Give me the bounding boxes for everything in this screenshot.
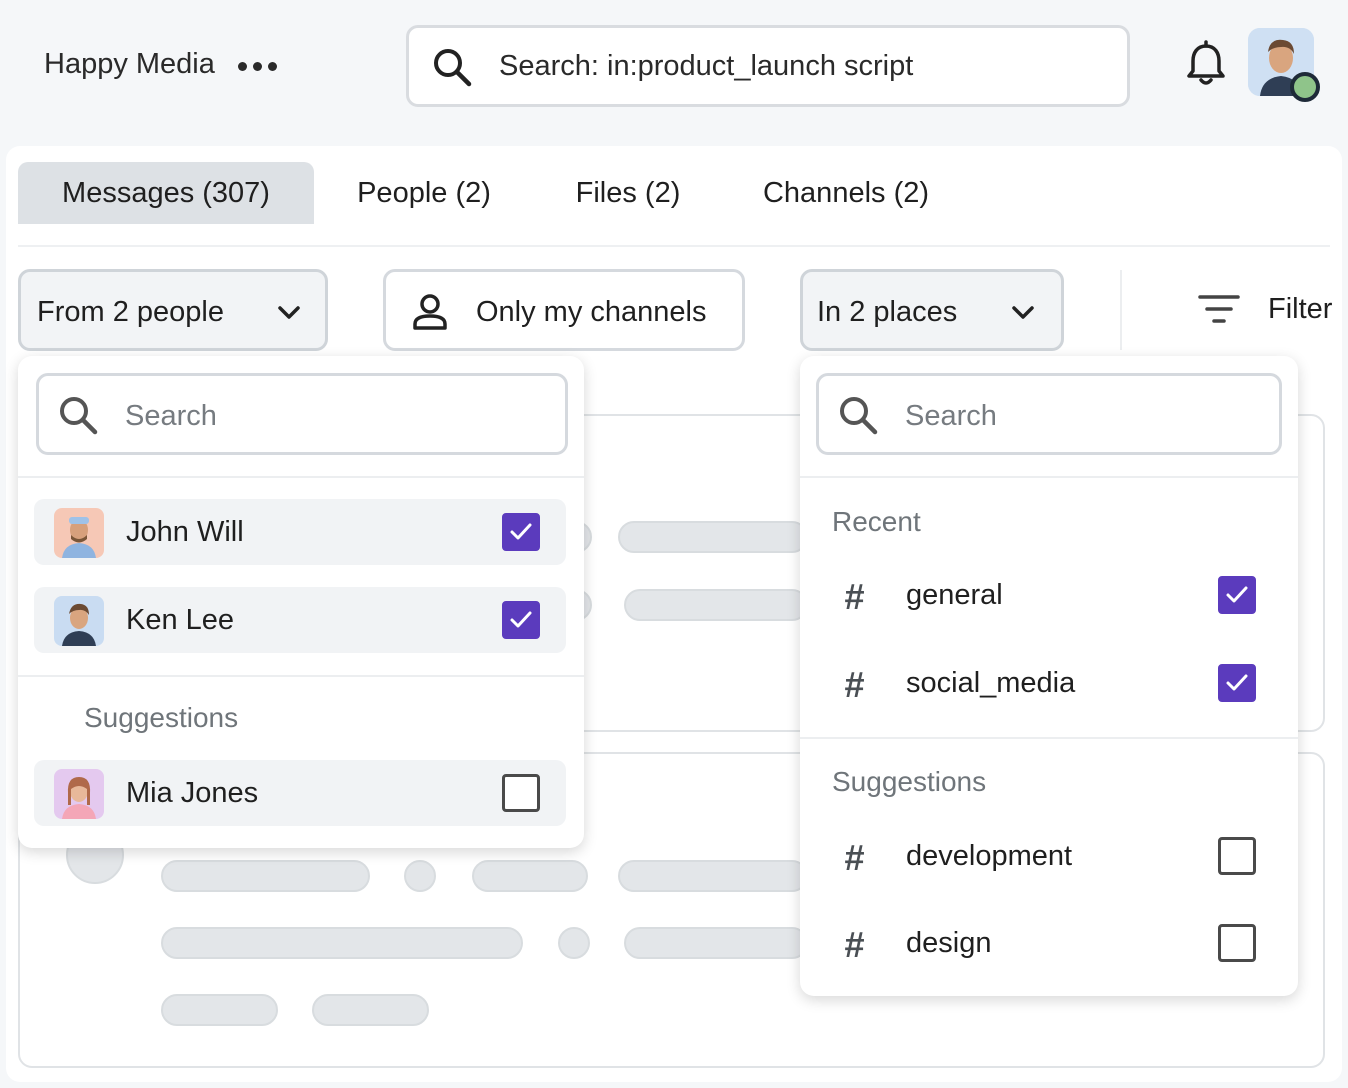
avatar [54, 596, 104, 646]
person-option-mia-jones[interactable]: Mia Jones [34, 760, 566, 826]
workspace-name[interactable]: Happy Media [44, 48, 215, 81]
search-placeholder: Search [905, 400, 997, 432]
avatar [54, 508, 104, 558]
chevron-down-icon [1012, 306, 1034, 319]
search-query-text: Search: in:product_launch script [499, 50, 914, 82]
checkbox-checked[interactable] [1218, 576, 1256, 614]
online-status-icon [1290, 72, 1320, 102]
person-icon [413, 294, 447, 330]
channel-name: design [906, 927, 992, 959]
skeleton-line [618, 521, 808, 553]
person-name: Ken Lee [126, 604, 235, 636]
skeleton-line [618, 860, 808, 892]
from-people-filter[interactable]: From 2 people [18, 269, 328, 351]
check-icon [1226, 586, 1248, 603]
hash-icon: # [844, 576, 865, 617]
in-places-filter[interactable]: In 2 places [800, 269, 1064, 351]
search-icon [840, 397, 878, 435]
hash-icon: # [844, 837, 865, 878]
channels-search-input[interactable]: Search [816, 373, 1282, 455]
checkbox-unchecked[interactable] [1218, 924, 1256, 962]
checkbox-checked[interactable] [1218, 664, 1256, 702]
hash-icon: # [844, 664, 865, 705]
person-name: Mia Jones [126, 777, 259, 809]
suggestions-label: Suggestions [832, 766, 987, 797]
people-search-input[interactable]: Search [36, 373, 568, 455]
tab-people[interactable]: People (2) [334, 162, 514, 224]
channels-dropdown: Search Recent # general # social_media S… [800, 356, 1298, 996]
skeleton-line [161, 860, 370, 892]
channel-option-design[interactable]: # design [800, 910, 1298, 976]
check-icon [1226, 674, 1248, 691]
skeleton-line [624, 589, 808, 621]
channel-name: development [906, 840, 1073, 872]
bell-icon[interactable] [1184, 40, 1228, 88]
from-people-label: From 2 people [37, 296, 224, 328]
filters-divider [1120, 270, 1122, 350]
person-option-john-will[interactable]: John Will [34, 499, 566, 565]
tabs-divider [18, 245, 1330, 247]
suggestions-label: Suggestions [84, 702, 239, 733]
skeleton-dot [404, 860, 436, 892]
more-horizontal-icon[interactable] [238, 58, 278, 74]
dropdown-divider [800, 737, 1298, 739]
skeleton-line [161, 994, 278, 1026]
checkbox-unchecked[interactable] [502, 774, 540, 812]
skeleton-dot [558, 927, 590, 959]
check-icon [510, 611, 532, 628]
filter-label: Filter [1268, 293, 1333, 325]
checkbox-checked[interactable] [502, 513, 540, 551]
chevron-down-icon [278, 306, 300, 319]
tab-channels[interactable]: Channels (2) [746, 162, 946, 224]
dropdown-divider [800, 476, 1298, 478]
check-icon [510, 523, 532, 540]
search-placeholder: Search [125, 400, 217, 432]
person-option-ken-lee[interactable]: Ken Lee [34, 587, 566, 653]
checkbox-unchecked[interactable] [1218, 837, 1256, 875]
filter-lines-icon [1198, 295, 1240, 323]
top-bar: Happy Media Search: in:product_launch sc… [0, 0, 1348, 140]
channel-name: social_media [906, 667, 1076, 699]
skeleton-line [312, 994, 429, 1026]
only-my-channels-filter[interactable]: Only my channels [383, 269, 745, 351]
skeleton-line [624, 927, 808, 959]
search-icon [60, 397, 98, 435]
channel-option-general[interactable]: # general [800, 562, 1298, 628]
profile-avatar[interactable] [1248, 28, 1320, 102]
dropdown-divider [18, 675, 584, 677]
tab-messages[interactable]: Messages (307) [18, 162, 314, 224]
avatar [54, 769, 104, 819]
search-icon [434, 49, 472, 87]
only-my-channels-label: Only my channels [476, 296, 707, 328]
people-dropdown: Search John Will Ken Lee Suggestions Mia… [18, 356, 584, 848]
skeleton-line [472, 860, 588, 892]
channel-name: general [906, 579, 1003, 611]
channel-option-social-media[interactable]: # social_media [800, 650, 1298, 716]
skeleton-line [161, 927, 523, 959]
person-name: John Will [126, 516, 244, 548]
tab-files[interactable]: Files (2) [558, 162, 698, 224]
dropdown-divider [18, 476, 584, 478]
checkbox-checked[interactable] [502, 601, 540, 639]
channel-option-development[interactable]: # development [800, 823, 1298, 889]
hash-icon: # [844, 924, 865, 965]
recent-label: Recent [832, 506, 921, 537]
in-places-label: In 2 places [817, 296, 958, 328]
global-search-input[interactable]: Search: in:product_launch script [406, 25, 1130, 107]
